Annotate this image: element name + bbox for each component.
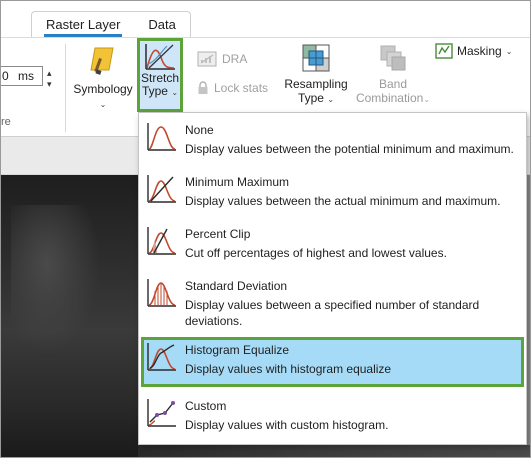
chevron-down-icon: ⌄	[99, 100, 107, 109]
stretch-option-custom[interactable]: Custom Display values with custom histog…	[141, 393, 524, 441]
ribbon-separator	[65, 44, 66, 132]
group-label-tail: re	[1, 116, 11, 128]
band-combination-icon	[380, 45, 406, 71]
resampling-type-label-text: Type	[297, 91, 324, 105]
stretch-option-standard-deviation[interactable]: Standard Deviation Display values betwee…	[141, 273, 524, 335]
option-description: Display values with histogram equalize	[185, 362, 392, 376]
dra-icon	[197, 51, 217, 67]
chevron-down-icon: ⌄	[423, 95, 431, 104]
spinner-arrows-icon[interactable]: ▴ ▾	[47, 68, 52, 90]
band-combination-button[interactable]: Band Combination⌄	[353, 43, 433, 107]
stretch-percent-clip-icon	[147, 227, 176, 255]
stretch-histogram-equalize-icon	[147, 343, 176, 371]
stretch-type-label-line2: Type ⌄	[140, 85, 180, 99]
option-title: Percent Clip	[185, 227, 251, 241]
refresh-interval-unit: ms	[18, 69, 35, 83]
symbology-label: Symbology	[73, 82, 133, 96]
resampling-type-label-line2: Type ⌄	[281, 91, 351, 107]
option-description: Display values between the potential min…	[185, 142, 514, 156]
map-raster-view[interactable]	[1, 175, 138, 457]
tab-raster-layer[interactable]: Raster Layer	[32, 12, 134, 37]
option-title: None	[185, 123, 214, 137]
lock-icon	[198, 81, 208, 94]
option-description: Display values between the actual minimu…	[185, 194, 501, 208]
map-raster-view-edge	[527, 175, 530, 445]
map-raster-view-bottom	[138, 445, 530, 457]
option-title: Standard Deviation	[185, 279, 288, 293]
symbology-button[interactable]: Symbology ⌄	[71, 44, 135, 112]
masking-label: Masking	[457, 44, 502, 58]
refresh-interval-input[interactable]: 0 ms	[1, 66, 43, 86]
masking-icon	[435, 43, 453, 59]
band-combination-label-text: Combination	[355, 91, 424, 105]
dra-button[interactable]: DRA	[197, 49, 261, 69]
option-title: Minimum Maximum	[185, 175, 290, 189]
option-title: Custom	[185, 399, 227, 413]
refresh-interval-value: 0	[2, 69, 9, 83]
masking-button[interactable]: Masking ⌄	[435, 43, 512, 59]
ribbon-tab-strip: Raster Layer Data	[31, 11, 191, 37]
resampling-type-label-line1: Resampling	[284, 77, 348, 91]
stretch-type-icon	[145, 44, 175, 70]
chevron-down-icon: ⌄	[171, 88, 179, 97]
resampling-type-button[interactable]: Resampling Type ⌄	[281, 43, 351, 107]
stretch-type-button[interactable]: Stretch Type ⌄	[137, 38, 183, 112]
tab-data[interactable]: Data	[134, 12, 189, 37]
chevron-down-icon: ⌄	[505, 46, 513, 56]
option-description: Cut off percentages of highest and lowes…	[185, 246, 447, 260]
dra-label: DRA	[222, 52, 248, 66]
resampling-grid-icon	[302, 44, 330, 72]
band-combination-label-line2: Combination⌄	[353, 91, 433, 107]
lock-stats-button[interactable]: Lock stats	[197, 81, 268, 95]
stretch-option-histogram-equalize[interactable]: Histogram Equalize Display values with h…	[141, 337, 524, 387]
stretch-custom-icon	[147, 399, 176, 427]
stretch-type-dropdown: None Display values between the potentia…	[138, 112, 527, 445]
stretch-option-percent-clip[interactable]: Percent Clip Cut off percentages of high…	[141, 221, 524, 269]
lock-stats-label: Lock stats	[214, 81, 269, 95]
application-window: Raster Layer Data 0 ms ▴ ▾ re Symbology ⌄	[0, 0, 531, 458]
chevron-down-icon: ⌄	[327, 95, 335, 104]
stretch-type-label-text: Type	[141, 84, 168, 98]
stretch-minmax-icon	[147, 175, 176, 203]
option-description: Display values with custom histogram.	[185, 418, 389, 432]
band-combination-label-line1: Band	[378, 77, 408, 91]
symbology-icon	[90, 47, 114, 75]
stretch-none-icon	[147, 123, 176, 151]
stretch-standard-deviation-icon	[147, 279, 176, 307]
stretch-option-minimum-maximum[interactable]: Minimum Maximum Display values between t…	[141, 169, 524, 217]
option-description: Display values between a specified numbe…	[185, 298, 480, 328]
stretch-option-none[interactable]: None Display values between the potentia…	[141, 117, 524, 165]
option-title: Histogram Equalize	[185, 343, 290, 357]
